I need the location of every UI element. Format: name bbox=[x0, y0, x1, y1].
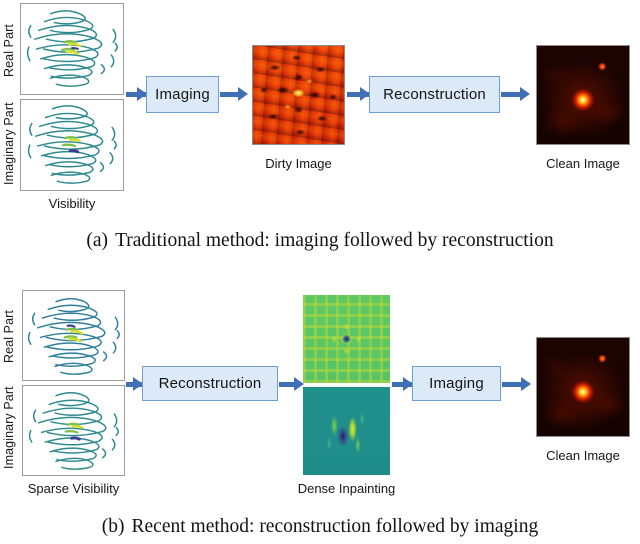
panel-a-visibility-imaginary-plot bbox=[20, 99, 124, 191]
panel-a-reconstruction-stage-label: Reconstruction bbox=[383, 86, 486, 103]
panel-a-caption-label: (a) bbox=[86, 230, 109, 251]
panel-a-real-part-label: Real Part bbox=[2, 23, 16, 77]
panel-b-arrow-4-head bbox=[521, 377, 531, 391]
visibility-contour-graphic bbox=[27, 298, 120, 375]
panel-b-figure-caption: (b) Recent method: reconstruction followe… bbox=[0, 516, 640, 538]
panel-a-arrow-4-head bbox=[520, 87, 530, 101]
panel-a-clean-image-caption: Clean Image bbox=[546, 156, 620, 171]
panel-a-caption-text: Traditional method: imaging followed by … bbox=[115, 230, 554, 251]
panel-a-visibility-real-plot bbox=[20, 3, 124, 95]
panel-b-visibility-imaginary-plot bbox=[22, 385, 125, 476]
panel-b-clean-image-caption: Clean Image bbox=[546, 448, 620, 463]
panel-b-visibility-caption: Sparse Visibility bbox=[27, 481, 120, 496]
panel-b-imaging-stage[interactable]: Imaging bbox=[412, 366, 501, 401]
panel-a-clean-image bbox=[536, 45, 630, 145]
panel-a-reconstruction-stage[interactable]: Reconstruction bbox=[369, 76, 500, 113]
panel-a-imaginary-part-label: Imaginary Part bbox=[2, 102, 16, 186]
panel-b-reconstruction-stage-label: Reconstruction bbox=[158, 375, 262, 392]
panel-a-figure-caption: (a) Traditional method: imaging followed … bbox=[0, 230, 640, 252]
visibility-contour-graphic bbox=[26, 10, 118, 87]
panel-b-inpainting-real-image bbox=[303, 295, 390, 383]
panel-a-imaging-stage[interactable]: Imaging bbox=[146, 76, 219, 113]
panel-a-arrow-2-head bbox=[238, 87, 248, 101]
panel-b-clean-image bbox=[536, 337, 630, 437]
panel-a-imaging-stage-label: Imaging bbox=[155, 86, 210, 103]
panel-a-dirty-image-caption: Dirty Image bbox=[265, 156, 332, 171]
panel-b-reconstruction-stage[interactable]: Reconstruction bbox=[142, 366, 278, 401]
panel-a-visibility-caption: Visibility bbox=[48, 196, 96, 211]
panel-b-caption-text: Recent method: reconstruction followed b… bbox=[131, 516, 539, 537]
panel-b-inpainting-imaginary-image bbox=[303, 387, 390, 475]
panel-b-imaginary-part-label: Imaginary Part bbox=[2, 386, 16, 470]
panel-b-inpainting-caption: Dense Inpainting bbox=[297, 481, 396, 496]
panel-b-caption-label: (b) bbox=[101, 516, 125, 537]
visibility-contour-graphic bbox=[28, 392, 119, 470]
panel-b-visibility-real-plot bbox=[22, 290, 125, 381]
visibility-contour-graphic bbox=[27, 105, 117, 184]
panel-b-real-part-label: Real Part bbox=[2, 309, 16, 363]
panel-b-imaging-stage-label: Imaging bbox=[429, 375, 484, 392]
panel-a-dirty-image bbox=[252, 45, 345, 145]
